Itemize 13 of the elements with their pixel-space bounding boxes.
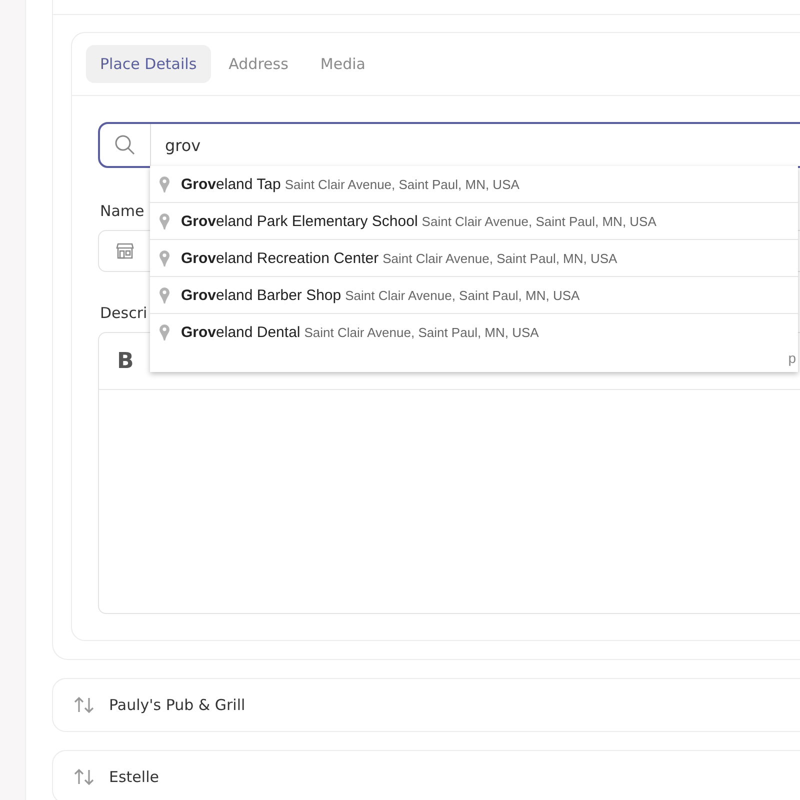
suggestion-address: Saint Clair Avenue, Saint Paul, MN, USA [382, 250, 618, 266]
place-name: Estelle [109, 768, 159, 786]
suggestion-name: Groveland Park Elementary School [181, 212, 418, 230]
attribution-text: p [788, 350, 796, 366]
place-name: Pauly's Pub & Grill [109, 696, 246, 714]
suggestion-address: Saint Clair Avenue, Saint Paul, MN, USA [345, 288, 580, 302]
suggestion-address: Saint Clair Avenue, Saint Paul, MN, USA [422, 214, 656, 228]
suggestion-name: Groveland Tap [181, 176, 281, 192]
suggestion-address: Saint Clair Avenue, Saint Paul, MN, USA [284, 176, 520, 192]
field-label: Name [100, 202, 144, 220]
field-label: Descri [100, 304, 148, 322]
suggestion-name: Groveland Recreation Center [181, 250, 379, 266]
suggestion-name: Groveland Barber Shop [181, 286, 342, 304]
